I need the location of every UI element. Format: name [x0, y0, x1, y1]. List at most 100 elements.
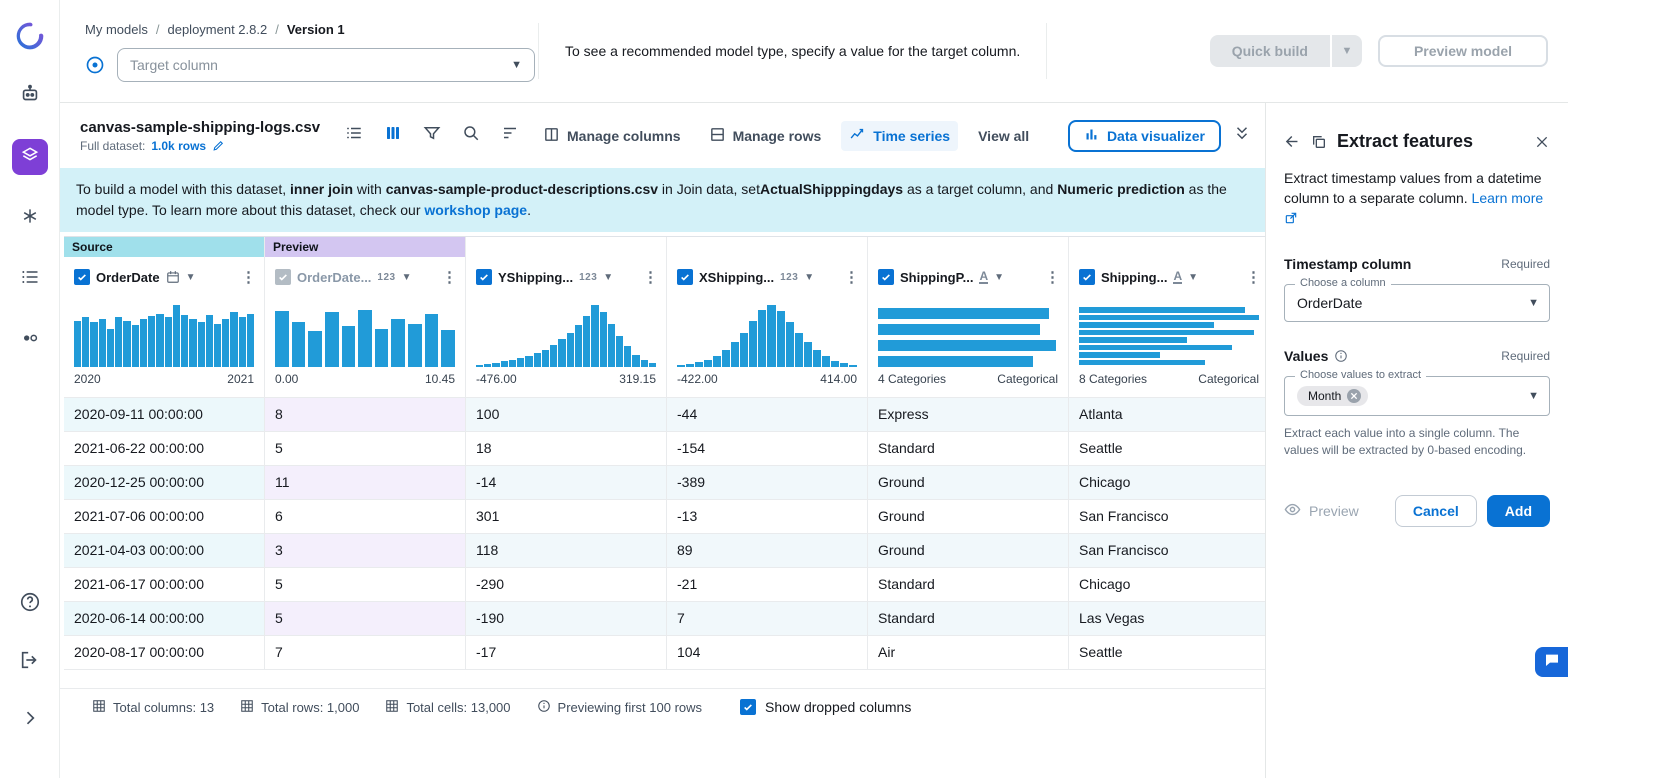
preview-toggle[interactable]: Preview: [1284, 501, 1359, 521]
nav-automations[interactable]: [12, 322, 48, 358]
show-dropped-checkbox[interactable]: [740, 699, 756, 715]
manage-rows-label: Manage rows: [733, 128, 822, 144]
previewing-label: Previewing first 100 rows: [558, 700, 703, 715]
expand-sidebar-button[interactable]: [12, 702, 48, 738]
breadcrumb-my-models[interactable]: My models: [85, 22, 148, 37]
quick-build-dropdown[interactable]: ▼: [1332, 35, 1362, 67]
data-grid: SourceOrderDate▼⋮202020212020-09-11 00:0…: [64, 236, 1265, 670]
chat-widget-button[interactable]: [1535, 647, 1568, 677]
category-bar: [1079, 352, 1160, 358]
column-header: ShippingP...A▼⋮: [868, 257, 1068, 297]
table-cell: Seattle: [1069, 635, 1265, 669]
help-button[interactable]: [12, 586, 48, 622]
table-cell: Standard: [868, 601, 1068, 635]
list-view-button[interactable]: [340, 122, 367, 149]
data-visualizer-button[interactable]: Data visualizer: [1068, 120, 1221, 152]
external-link-icon[interactable]: [1284, 212, 1298, 228]
chevron-down-icon[interactable]: ▼: [603, 272, 613, 283]
kebab-menu-icon[interactable]: ⋮: [1246, 268, 1261, 286]
chevron-down-icon[interactable]: ▼: [994, 272, 1004, 283]
eye-icon: [1284, 501, 1301, 521]
histogram-range-labels: 0.0010.45: [275, 367, 455, 386]
cancel-button[interactable]: Cancel: [1395, 495, 1477, 527]
view-all-button[interactable]: View all: [970, 123, 1037, 149]
column-checkbox[interactable]: [677, 269, 693, 285]
kebab-menu-icon[interactable]: ⋮: [1045, 268, 1060, 286]
logout-button[interactable]: [12, 644, 48, 680]
table-cell: 18: [466, 431, 666, 465]
nav-generative-insights[interactable]: [12, 200, 48, 236]
chevron-down-icon[interactable]: ▼: [402, 272, 412, 283]
breadcrumb-deployment[interactable]: deployment 2.8.2: [167, 22, 267, 37]
app-window: My models / deployment 2.8.2 / Version 1…: [0, 0, 1568, 778]
values-multiselect[interactable]: Choose values to extract Month ▼: [1284, 376, 1550, 416]
table-cell: -14: [466, 465, 666, 499]
nav-ready-to-use-models[interactable]: [12, 78, 48, 114]
column-checkbox[interactable]: [1079, 269, 1095, 285]
column-header: OrderDate...123▼⋮: [265, 257, 465, 297]
back-button[interactable]: [1284, 133, 1301, 150]
histogram-bar: [222, 319, 229, 367]
manage-columns-label: Manage columns: [567, 128, 681, 144]
range-max-label: 319.15: [619, 372, 656, 386]
column-checkbox[interactable]: [476, 269, 492, 285]
app-logo[interactable]: [14, 20, 46, 52]
info-icon[interactable]: [1334, 349, 1348, 363]
rows-count-link[interactable]: 1.0k rows: [151, 139, 206, 153]
quick-build-button[interactable]: Quick build: [1210, 35, 1330, 67]
kebab-menu-icon[interactable]: ⋮: [844, 268, 859, 286]
histogram-bar: [704, 360, 712, 367]
bar-chart-icon: [1084, 127, 1099, 145]
chevron-down-icon[interactable]: ▼: [186, 272, 196, 283]
column-checkbox[interactable]: [275, 269, 291, 285]
range-min-label: 8 Categories: [1079, 372, 1147, 386]
logout-icon: [19, 649, 41, 676]
edit-icon[interactable]: [212, 139, 225, 152]
add-button[interactable]: Add: [1487, 495, 1550, 527]
kebab-menu-icon[interactable]: ⋮: [442, 268, 457, 286]
kebab-menu-icon[interactable]: ⋮: [643, 268, 658, 286]
required-label: Required: [1501, 349, 1550, 363]
column-view-button[interactable]: [379, 122, 406, 149]
chevron-down-icon[interactable]: ▼: [804, 272, 814, 283]
chevron-down-icon: ▼: [1528, 297, 1539, 309]
remove-chip-icon[interactable]: [1347, 389, 1361, 403]
grid-column-xshipping: XShipping...123▼⋮-422.00414.00-44-154-38…: [667, 237, 868, 669]
preview-model-button[interactable]: Preview model: [1378, 35, 1548, 67]
category-bar: [1079, 307, 1245, 313]
manage-rows-button[interactable]: Manage rows: [701, 121, 830, 151]
column-checkbox[interactable]: [878, 269, 894, 285]
kebab-menu-icon[interactable]: ⋮: [241, 268, 256, 286]
banner-segment: in Join data, set: [658, 181, 760, 197]
filter-button[interactable]: [418, 122, 445, 149]
sort-button[interactable]: [496, 122, 523, 149]
timestamp-column-select[interactable]: Choose a column OrderDate ▼: [1284, 284, 1550, 322]
table-cell: 2020-12-25 00:00:00: [64, 465, 264, 499]
time-series-icon: [849, 126, 866, 146]
table-cell: 2020-09-11 00:00:00: [64, 397, 264, 431]
group-header-preview: Preview: [265, 237, 465, 257]
choose-values-field-label: Choose values to extract: [1295, 369, 1426, 381]
category-bar: [1079, 322, 1214, 328]
column-checkbox[interactable]: [74, 269, 90, 285]
nav-datasets[interactable]: [12, 261, 48, 297]
show-dropped-columns-toggle[interactable]: Show dropped columns: [740, 699, 911, 715]
number-type-icon: 123: [780, 272, 798, 283]
chevron-down-icon: ▼: [511, 59, 522, 71]
nav-my-models[interactable]: [12, 139, 48, 175]
search-button[interactable]: [457, 122, 484, 149]
extract-features-icon: [1311, 134, 1327, 150]
target-column-select[interactable]: Target column ▼: [117, 48, 535, 82]
chevron-down-icon[interactable]: ▼: [1188, 272, 1198, 283]
time-series-button[interactable]: Time series: [841, 121, 958, 151]
dataset-toolbar: canvas-sample-shipping-logs.csv Full dat…: [60, 103, 1265, 168]
close-icon[interactable]: [1534, 134, 1550, 150]
collapse-toolbar-button[interactable]: [1233, 124, 1251, 147]
total-rows-label: Total rows: 1,000: [261, 700, 359, 715]
workshop-page-link[interactable]: workshop page: [424, 202, 527, 218]
dataset-name: canvas-sample-shipping-logs.csv: [80, 119, 328, 136]
histogram-bar: [813, 350, 821, 367]
manage-columns-button[interactable]: Manage columns: [535, 121, 689, 151]
histogram-bar: [509, 360, 516, 367]
learn-more-link[interactable]: Learn more: [1472, 190, 1544, 206]
